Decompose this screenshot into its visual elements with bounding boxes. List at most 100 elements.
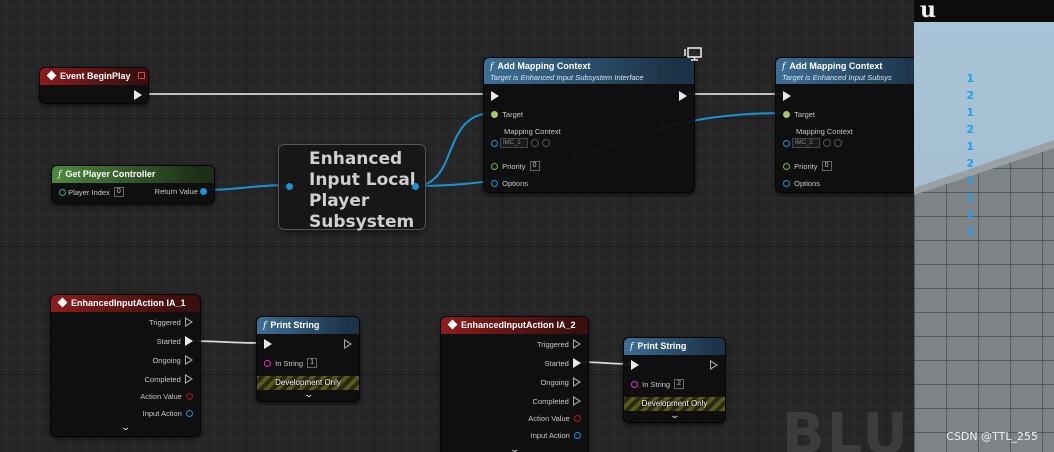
started-pin[interactable]: Started bbox=[157, 336, 193, 346]
return-value-pin[interactable]: Return Value bbox=[155, 187, 207, 196]
node-header: f Print String bbox=[624, 338, 725, 355]
title-line: Player bbox=[309, 191, 370, 211]
completed-pin[interactable]: Completed bbox=[145, 374, 193, 384]
search-icon[interactable] bbox=[542, 139, 550, 147]
output-object-pin[interactable] bbox=[412, 183, 419, 190]
pin-label: Action Value bbox=[140, 392, 182, 401]
mapping-context-dropdown[interactable]: IMC_1 bbox=[500, 138, 528, 148]
input-action-pin[interactable]: Input Action bbox=[143, 409, 193, 418]
pin-label: Completed bbox=[532, 396, 569, 406]
target-pin[interactable]: Target bbox=[783, 110, 815, 119]
event-beginplay-node[interactable]: Event BeginPlay bbox=[39, 67, 149, 104]
node-title: EnhancedInputAction IA_1 bbox=[71, 298, 186, 308]
blueprint-watermark: BLUE bbox=[782, 402, 914, 452]
chevron-down-icon[interactable]: ⌄ bbox=[669, 410, 680, 421]
subsystem-node[interactable]: Enhanced Input Local Player Subsystem bbox=[278, 144, 426, 233]
options-pin[interactable]: Options bbox=[783, 179, 820, 188]
string-pin-icon bbox=[264, 359, 271, 367]
pin-label: Input Action bbox=[142, 409, 182, 418]
game-viewport[interactable]: u 1 2 1 2 1 2 1 2 1 2 CSDN @TTL_255 bbox=[914, 0, 1054, 452]
input-action-pin[interactable]: Input Action bbox=[531, 431, 581, 440]
exec-out-pin[interactable] bbox=[710, 360, 718, 370]
mapping-context-pin[interactable]: IMC_2 bbox=[783, 138, 842, 148]
add-mapping-context-node-1[interactable]: f Add Mapping Context Target is Enhanced … bbox=[483, 57, 695, 193]
input-object-pin[interactable] bbox=[286, 183, 293, 190]
started-pin[interactable]: Started bbox=[545, 358, 581, 368]
log-line: 2 bbox=[966, 123, 974, 136]
exec-in-pin[interactable] bbox=[783, 91, 791, 101]
mapping-context-dropdown[interactable]: IMC_2 bbox=[792, 138, 820, 148]
struct-pin-icon bbox=[783, 180, 790, 187]
int-pin-icon bbox=[491, 162, 498, 170]
node-header: EnhancedInputAction IA_1 bbox=[51, 295, 200, 312]
triggered-pin[interactable]: Triggered bbox=[149, 317, 193, 327]
credit-watermark: CSDN @TTL_255 bbox=[946, 430, 1038, 443]
priority-pin[interactable]: Priority 0 bbox=[491, 161, 540, 171]
pin-label: Started bbox=[156, 336, 181, 346]
exec-in-pin[interactable] bbox=[264, 339, 272, 349]
exec-out-pin[interactable] bbox=[679, 91, 687, 101]
title-line: Subsystem bbox=[309, 212, 415, 232]
action-value-pin[interactable]: Action Value bbox=[140, 392, 193, 401]
string-pin-icon bbox=[631, 380, 638, 388]
get-player-controller-node[interactable]: f Get Player Controller Player Index 0 Ret… bbox=[51, 165, 215, 204]
add-mapping-context-node-2[interactable]: f Add Mapping Context Target is Enhanced … bbox=[775, 57, 914, 193]
browse-icon[interactable] bbox=[823, 139, 831, 147]
log-line: 2 bbox=[966, 157, 974, 170]
in-string-field[interactable]: 2 bbox=[674, 379, 685, 389]
print-string-node-1[interactable]: f Print String In String 1 Development Onl… bbox=[256, 316, 360, 402]
search-icon[interactable] bbox=[834, 139, 842, 147]
pin-label: Player Index bbox=[68, 187, 110, 197]
object-wire-controller-to-subsystem bbox=[202, 184, 291, 191]
action-value-pin[interactable]: Action Value bbox=[528, 414, 581, 423]
node-title: Add Mapping Context bbox=[497, 61, 591, 71]
struct-pin-icon bbox=[491, 180, 498, 187]
in-string-field[interactable]: 1 bbox=[307, 358, 318, 368]
exec-in-pin[interactable] bbox=[491, 91, 499, 101]
print-string-node-2[interactable]: f Print String In String 2 Development Onl… bbox=[623, 337, 726, 423]
enhanced-input-action-node-1[interactable]: EnhancedInputAction IA_1 Triggered Start… bbox=[50, 294, 201, 437]
exec-out-pin[interactable] bbox=[134, 90, 142, 100]
browse-icon[interactable] bbox=[531, 139, 539, 147]
priority-field[interactable]: 0 bbox=[529, 161, 540, 171]
function-icon: f bbox=[490, 62, 494, 72]
node-subtitle: Target is Enhanced Input Subsystem Inter… bbox=[490, 73, 644, 82]
in-string-pin[interactable]: In String 1 bbox=[264, 358, 318, 368]
player-index-pin[interactable]: Player Index 0 bbox=[59, 187, 124, 197]
triggered-pin[interactable]: Triggered bbox=[537, 339, 581, 349]
pin-label: Target bbox=[794, 110, 816, 119]
event-diamond-icon bbox=[46, 70, 57, 81]
delegate-pin-icon[interactable] bbox=[138, 72, 145, 79]
priority-pin[interactable]: Priority 0 bbox=[783, 161, 832, 171]
wall-surface bbox=[914, 148, 1054, 452]
blueprint-graph[interactable]: Event BeginPlay f Get Player Controller P… bbox=[0, 0, 914, 452]
node-header: f Get Player Controller bbox=[52, 166, 214, 183]
node-title: Enhanced Input Local Player Subsystem bbox=[309, 149, 416, 233]
enhanced-input-action-node-2[interactable]: EnhancedInputAction IA_2 Triggered Start… bbox=[440, 316, 589, 452]
ongoing-pin[interactable]: Ongoing bbox=[540, 377, 581, 387]
log-line: 1 bbox=[966, 174, 974, 187]
pin-label: Target bbox=[502, 110, 524, 119]
ongoing-pin[interactable]: Ongoing bbox=[152, 355, 193, 365]
chevron-down-icon[interactable]: ⌄ bbox=[509, 444, 520, 452]
completed-pin[interactable]: Completed bbox=[533, 396, 581, 406]
player-index-field[interactable]: 0 bbox=[113, 187, 124, 197]
pin-label: Mapping Context bbox=[796, 127, 853, 136]
node-subtitle: Target is Enhanced Input Subsys bbox=[782, 73, 892, 82]
object-pin-icon bbox=[783, 139, 790, 147]
int-pin-icon bbox=[783, 162, 790, 170]
exec-out-pin[interactable] bbox=[344, 339, 352, 349]
mapping-context-pin[interactable]: IMC_1 bbox=[491, 138, 550, 148]
exec-in-pin[interactable] bbox=[631, 360, 639, 370]
in-string-pin[interactable]: In String 2 bbox=[631, 379, 685, 389]
target-pin[interactable]: Target bbox=[491, 110, 523, 119]
print-log: 1 2 1 2 1 2 1 2 1 2 bbox=[954, 70, 974, 240]
bool-pin-icon bbox=[186, 393, 193, 400]
event-diamond-icon bbox=[57, 297, 68, 308]
priority-field[interactable]: 0 bbox=[821, 161, 832, 171]
chevron-down-icon[interactable]: ⌄ bbox=[303, 389, 314, 400]
chevron-down-icon[interactable]: ⌄ bbox=[120, 422, 131, 433]
pin-label: In String bbox=[275, 358, 304, 368]
options-pin[interactable]: Options bbox=[491, 179, 528, 188]
pin-label: Triggered bbox=[537, 339, 569, 349]
